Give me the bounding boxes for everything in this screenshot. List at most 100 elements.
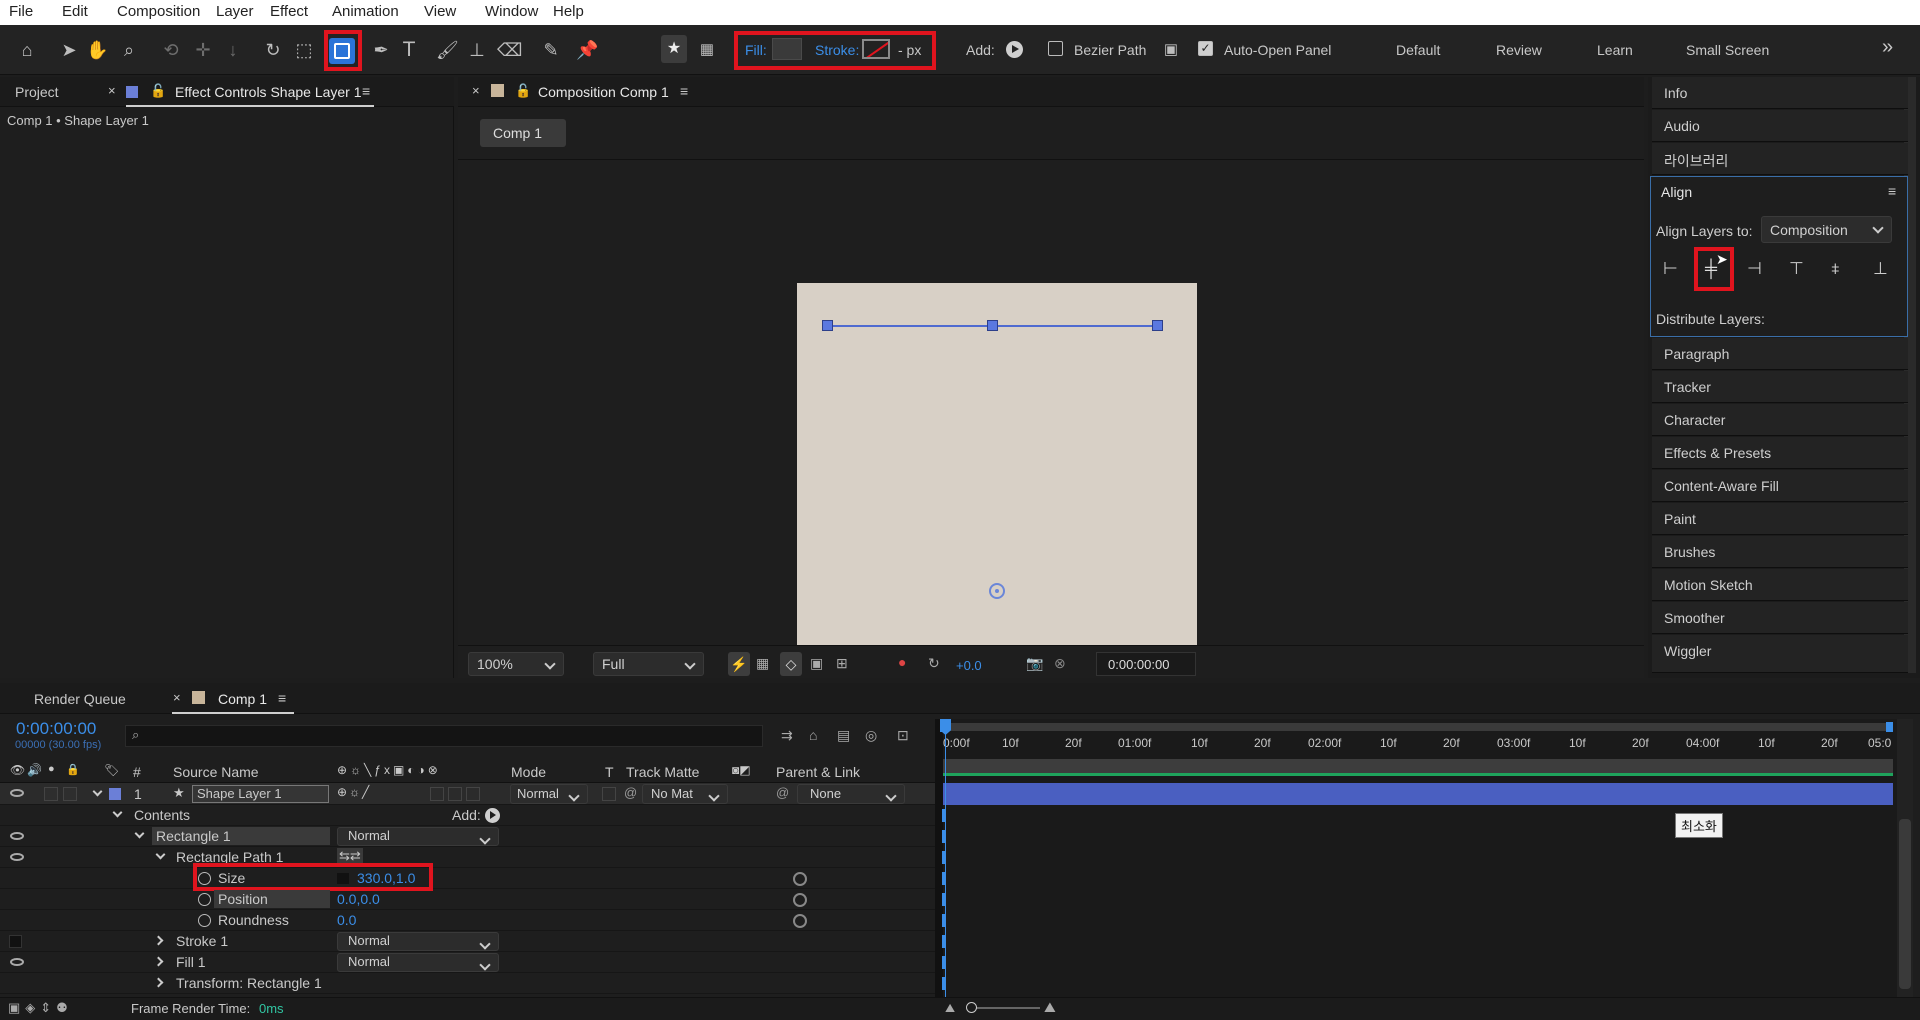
workspace-more-button[interactable]: » — [1882, 36, 1893, 59]
align-left-icon[interactable]: ⊢ — [1663, 259, 1683, 279]
graph-editor-icon[interactable]: ⊡ — [897, 727, 909, 744]
fill-color-swatch[interactable] — [772, 38, 802, 60]
auto-open-checkbox[interactable]: ✓ — [1198, 41, 1213, 56]
tab-render-queue[interactable]: Render Queue — [34, 691, 126, 707]
align-bottom-icon[interactable]: ⊥ — [1873, 259, 1893, 279]
anchor-tool-icon[interactable]: ⬚ — [293, 39, 315, 61]
puppet-pin-icon[interactable]: 📌 — [576, 39, 598, 61]
align-right-icon[interactable]: ⊣ — [1747, 259, 1767, 279]
fill-label[interactable]: Fill: — [745, 42, 767, 58]
color-channels-icon[interactable]: ● — [898, 654, 906, 670]
panel-menu-icon[interactable]: ≡ — [1888, 183, 1896, 199]
menu-layer[interactable]: Layer — [216, 3, 254, 20]
chevron-down-icon[interactable] — [92, 786, 103, 797]
expression-pick-whip-icon[interactable] — [793, 893, 807, 907]
chevron-down-icon[interactable] — [134, 828, 145, 839]
zoom-tool-icon[interactable]: ⌕ — [118, 39, 140, 61]
menu-help[interactable]: Help — [553, 3, 584, 20]
transparency-grid-icon[interactable]: ▦ — [756, 655, 769, 672]
panel-brushes[interactable]: Brushes — [1652, 536, 1908, 568]
video-switch-icon[interactable]: 👁 — [10, 763, 25, 777]
expression-pick-whip-icon[interactable] — [793, 914, 807, 928]
workspace-small-screen[interactable]: Small Screen — [1686, 42, 1769, 58]
zoom-slider[interactable] — [966, 1002, 1040, 1013]
draft-3d-icon[interactable]: ⌂ — [809, 727, 817, 743]
column-mode[interactable]: Mode — [511, 764, 546, 780]
layer-label-color[interactable] — [109, 788, 121, 800]
layer-duration-bar[interactable] — [943, 783, 1893, 805]
stopwatch-icon[interactable] — [198, 914, 211, 927]
brush-tool-icon[interactable]: 🖌 — [436, 39, 459, 61]
panel-paint[interactable]: Paint — [1652, 503, 1908, 535]
pen-tool-icon[interactable]: ✒ — [370, 39, 392, 61]
tab-timeline-comp[interactable]: Comp 1 — [218, 691, 267, 707]
resolution-dropdown[interactable]: Full — [593, 652, 704, 676]
path-vertex-handle[interactable] — [987, 320, 998, 331]
rectangle-group-row[interactable]: Rectangle 1 Normal — [0, 826, 935, 847]
position-label[interactable]: Position — [214, 890, 330, 908]
time-ruler[interactable]: 0:00f 10f 20f 01:00f 10f 20f 02:00f 10f … — [943, 733, 1893, 757]
chevron-down-icon[interactable] — [155, 849, 166, 860]
fill-row[interactable]: Fill 1 Normal — [0, 952, 935, 973]
roundness-value[interactable]: 0.0 — [337, 912, 356, 928]
zoom-out-mountain-icon[interactable]: ⛰ — [945, 1001, 955, 1016]
position-property-row[interactable]: Position 0.0,0.0 — [0, 889, 935, 910]
panel-menu-icon[interactable]: ≡ — [362, 83, 370, 99]
panel-effects-presets[interactable]: Effects & Presets — [1652, 437, 1908, 469]
stroke-blend-dropdown[interactable]: Normal — [337, 932, 499, 951]
anchor-point-icon[interactable] — [989, 583, 1005, 599]
contents-row[interactable]: Contents Add: — [0, 805, 935, 826]
timeline-footer-icons[interactable]: ▣◈⇕⚉ — [8, 1000, 73, 1016]
panel-libraries[interactable]: 라이브러리 — [1652, 143, 1908, 175]
panel-content-aware-fill[interactable]: Content-Aware Fill — [1652, 470, 1908, 502]
chevron-down-icon[interactable] — [112, 807, 123, 818]
menu-effect[interactable]: Effect — [270, 3, 308, 20]
close-icon[interactable]: × — [173, 690, 181, 705]
show-snapshot-icon[interactable]: ⊗ — [1054, 655, 1066, 672]
lock-icon[interactable]: 🔓 — [150, 83, 166, 99]
layer-mode-dropdown[interactable]: Normal — [510, 784, 588, 804]
align-top-icon[interactable]: ⊤ — [1789, 259, 1809, 279]
position-value[interactable]: 0.0,0.0 — [337, 891, 380, 907]
roto-brush-icon[interactable]: ✎ — [540, 39, 562, 61]
close-icon[interactable]: × — [472, 83, 480, 98]
menu-composition[interactable]: Composition — [117, 3, 200, 20]
stopwatch-icon[interactable] — [198, 893, 211, 906]
bezier-path-checkbox[interactable] — [1048, 41, 1063, 56]
stroke-color-swatch[interactable] — [862, 39, 890, 59]
label-tag-icon[interactable]: 🏷 — [104, 763, 119, 777]
rotate-tool-icon[interactable]: ↻ — [262, 39, 284, 61]
panel-character[interactable]: Character — [1652, 404, 1908, 436]
column-track-matte[interactable]: Track Matte — [626, 764, 699, 780]
expression-pick-whip-icon[interactable] — [793, 872, 807, 886]
parent-dropdown[interactable]: None — [797, 784, 905, 804]
layer-panel-icon[interactable]: ▣ — [1160, 39, 1182, 61]
type-tool-icon[interactable]: T — [398, 39, 420, 61]
rectangle-blend-dropdown[interactable]: Normal — [337, 827, 499, 846]
hand-tool-icon[interactable]: ✋ — [86, 39, 108, 61]
comp-breadcrumb-chip[interactable]: Comp 1 — [480, 119, 566, 147]
visibility-eye-icon[interactable] — [10, 958, 24, 966]
chevron-right-icon[interactable] — [153, 956, 164, 967]
selection-tool-icon[interactable]: ➤ — [58, 39, 80, 61]
frame-blending-icon[interactable]: ◎ — [865, 727, 877, 744]
workspace-default[interactable]: Default — [1396, 42, 1440, 58]
panel-tracker[interactable]: Tracker — [1652, 371, 1908, 403]
current-time-display[interactable]: 0:00:00:00 — [1096, 652, 1196, 676]
rectangle-group-label[interactable]: Rectangle 1 — [152, 827, 330, 845]
workspace-learn[interactable]: Learn — [1597, 42, 1633, 58]
orbit-camera-icon[interactable]: ⟲ — [160, 39, 182, 61]
work-area-bar[interactable] — [943, 759, 1893, 773]
stroke-label[interactable]: Stroke: — [815, 42, 859, 58]
panel-smoother[interactable]: Smoother — [1652, 602, 1908, 634]
audio-switch-icon[interactable]: 🔊 — [27, 763, 42, 777]
stroke-width-value[interactable]: - px — [898, 42, 921, 58]
timeline-scrollbar[interactable] — [1897, 719, 1913, 997]
matte-spiral-icon[interactable]: @ — [624, 785, 637, 800]
align-vertical-center-icon[interactable]: ⧧ — [1831, 259, 1851, 279]
shy-layers-icon[interactable]: ▤ — [837, 727, 850, 744]
grid-guides-icon[interactable]: ⊞ — [836, 655, 848, 672]
transform-row[interactable]: Transform: Rectangle 1 — [0, 973, 935, 994]
fill-blend-dropdown[interactable]: Normal — [337, 953, 499, 972]
star-shape-icon[interactable]: ★ — [661, 35, 687, 63]
